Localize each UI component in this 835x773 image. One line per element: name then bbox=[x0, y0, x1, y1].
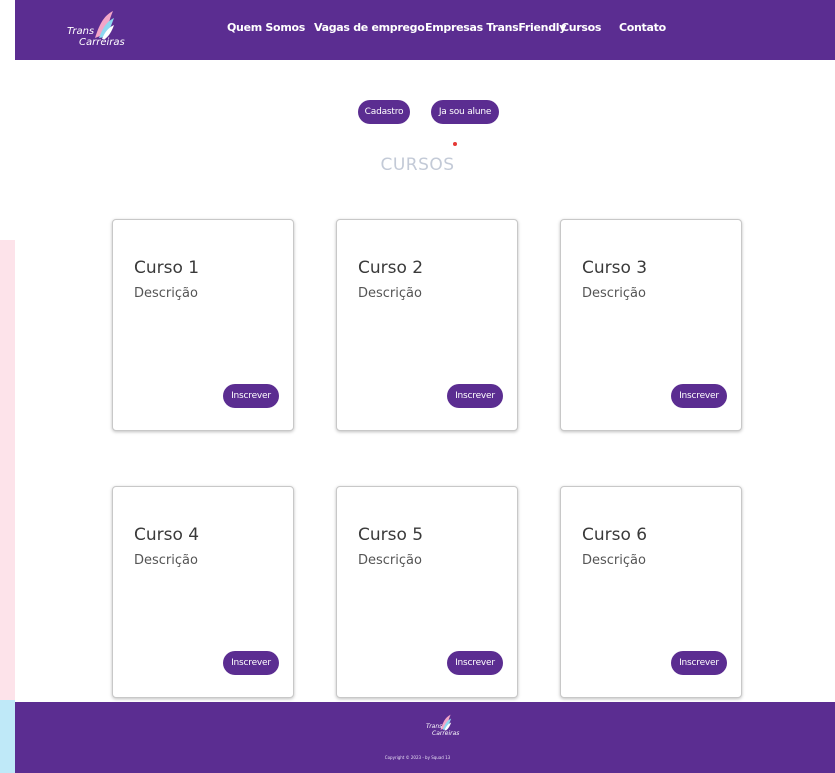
nav-cursos[interactable]: Cursos bbox=[561, 21, 601, 34]
student-login-button[interactable]: Ja sou alune bbox=[431, 100, 499, 124]
course-description: Descrição bbox=[582, 286, 646, 301]
footer-logo[interactable]: Trans Carreiras bbox=[426, 714, 466, 740]
nav-quem-somos[interactable]: Quem Somos bbox=[227, 21, 305, 34]
enroll-button[interactable]: Inscrever bbox=[447, 384, 503, 408]
course-card-4: Curso 4 Descrição Inscrever bbox=[112, 486, 294, 698]
enroll-button[interactable]: Inscrever bbox=[223, 651, 279, 675]
course-title: Curso 4 bbox=[134, 525, 200, 545]
course-card-2: Curso 2 Descrição Inscrever bbox=[336, 219, 518, 431]
course-title: Curso 3 bbox=[582, 258, 648, 278]
course-title: Curso 2 bbox=[358, 258, 424, 278]
course-description: Descrição bbox=[134, 553, 198, 568]
footer-brand-line2: Carreiras bbox=[432, 730, 460, 737]
register-button[interactable]: Cadastro bbox=[358, 100, 410, 124]
page-title: CURSOS bbox=[380, 155, 455, 175]
site-footer: Trans Carreiras Copyright © 2023 - by Sq… bbox=[15, 702, 835, 773]
red-dot bbox=[453, 142, 457, 146]
course-title: Curso 1 bbox=[134, 258, 200, 278]
footer-brand-line1: Trans bbox=[426, 723, 443, 730]
course-description: Descrição bbox=[134, 286, 198, 301]
course-card-6: Curso 6 Descrição Inscrever bbox=[560, 486, 742, 698]
enroll-button[interactable]: Inscrever bbox=[223, 384, 279, 408]
wing-logo-icon bbox=[95, 11, 114, 39]
enroll-button[interactable]: Inscrever bbox=[447, 651, 503, 675]
left-edge-blue-stripe bbox=[0, 700, 15, 773]
nav-vagas-de-emprego[interactable]: Vagas de emprego bbox=[314, 21, 425, 34]
brand-name-line1: Trans bbox=[67, 26, 95, 37]
course-card-3: Curso 3 Descrição Inscrever bbox=[560, 219, 742, 431]
course-card-5: Curso 5 Descrição Inscrever bbox=[336, 486, 518, 698]
course-description: Descrição bbox=[582, 553, 646, 568]
brand-logo[interactable]: Trans Carreiras bbox=[67, 10, 147, 50]
site-header: Trans Carreiras Quem Somos Vagas de empr… bbox=[15, 0, 835, 60]
enroll-button[interactable]: Inscrever bbox=[671, 384, 727, 408]
left-edge-pink-stripe bbox=[0, 240, 15, 700]
course-title: Curso 6 bbox=[582, 525, 648, 545]
brand-name-line2: Carreiras bbox=[79, 37, 125, 48]
course-description: Descrição bbox=[358, 553, 422, 568]
nav-empresas-transfriendly[interactable]: Empresas TransFriendly bbox=[425, 21, 566, 34]
enroll-button[interactable]: Inscrever bbox=[671, 651, 727, 675]
course-title: Curso 5 bbox=[358, 525, 424, 545]
nav-contato[interactable]: Contato bbox=[619, 21, 666, 34]
course-description: Descrição bbox=[358, 286, 422, 301]
course-card-1: Curso 1 Descrição Inscrever bbox=[112, 219, 294, 431]
copyright-text: Copyright © 2023 - by Squad 13 bbox=[384, 755, 451, 760]
